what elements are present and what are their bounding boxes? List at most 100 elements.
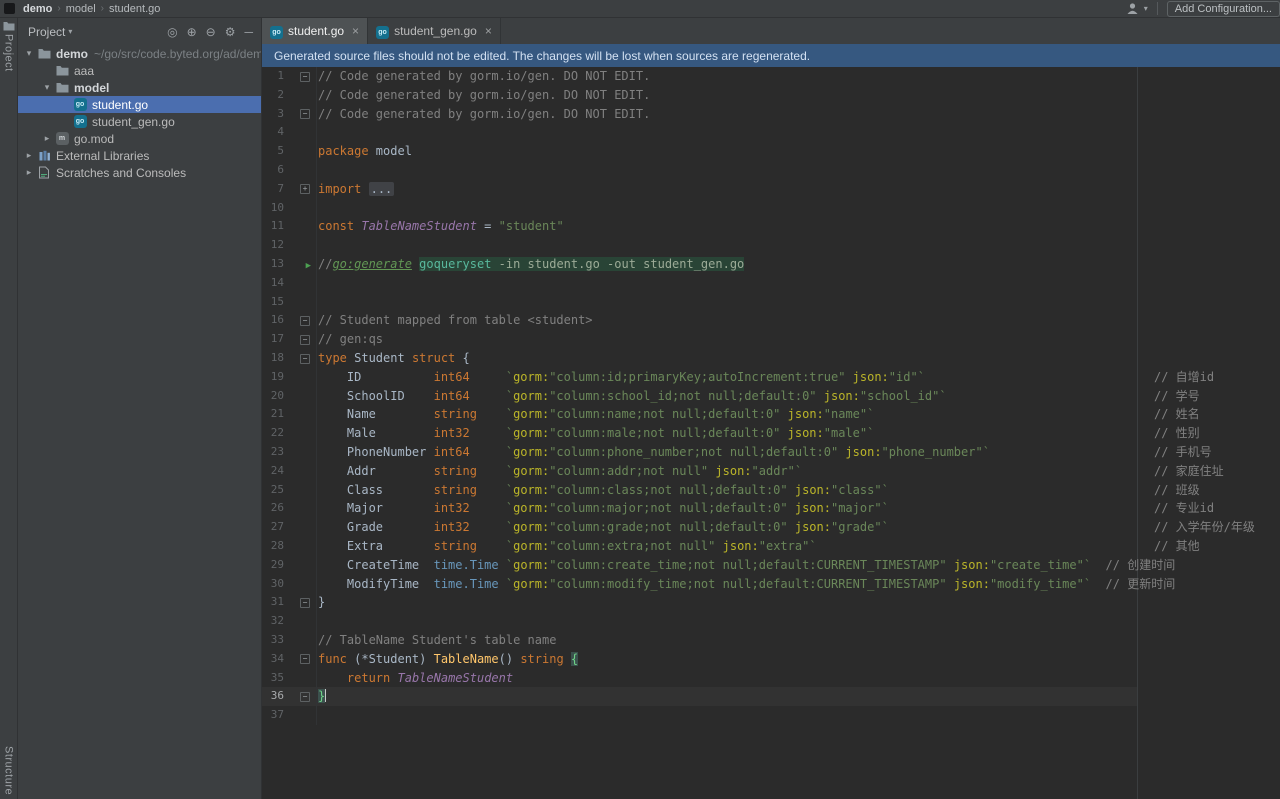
code-line-5[interactable]: 5package model (262, 142, 1280, 161)
editor-tab-student-gen-go[interactable]: gostudent_gen.go× (368, 18, 501, 44)
code-line-6[interactable]: 6 (262, 161, 1280, 180)
user-icon[interactable] (1126, 2, 1139, 15)
code-line-36[interactable]: 36−} (262, 687, 1280, 706)
gutter[interactable] (284, 86, 316, 105)
line-number[interactable]: 29 (262, 556, 284, 575)
close-tab-icon[interactable]: × (352, 24, 359, 38)
gutter[interactable]: − (284, 349, 316, 368)
gutter[interactable]: − (284, 593, 316, 612)
code-line-18[interactable]: 18−type Student struct { (262, 349, 1280, 368)
code-line-22[interactable]: 22 Male int32 `gorm:"column:male;not nul… (262, 424, 1280, 443)
line-number[interactable]: 17 (262, 330, 284, 349)
line-number[interactable]: 23 (262, 443, 284, 462)
line-number[interactable]: 22 (262, 424, 284, 443)
code-line-20[interactable]: 20 SchoolID int64 `gorm:"column:school_i… (262, 387, 1280, 406)
line-number[interactable]: 25 (262, 481, 284, 500)
project-panel-title[interactable]: Project (28, 25, 65, 39)
gutter[interactable] (284, 368, 316, 387)
line-number[interactable]: 30 (262, 575, 284, 594)
breadcrumb-file[interactable]: student.go (109, 3, 160, 15)
code-line-30[interactable]: 30 ModifyTime time.Time `gorm:"column:mo… (262, 575, 1280, 594)
fold-icon[interactable]: − (300, 354, 310, 364)
gutter[interactable] (284, 575, 316, 594)
line-number[interactable]: 3 (262, 105, 284, 124)
line-number[interactable]: 12 (262, 236, 284, 255)
code-editor[interactable]: 1−// Code generated by gorm.io/gen. DO N… (262, 67, 1280, 799)
gutter[interactable] (284, 387, 316, 406)
gutter[interactable]: − (284, 650, 316, 669)
gutter[interactable] (284, 481, 316, 500)
gutter[interactable] (284, 199, 316, 218)
code-line-25[interactable]: 25 Class string `gorm:"column:class;not … (262, 481, 1280, 500)
code-line-16[interactable]: 16−// Student mapped from table <student… (262, 311, 1280, 330)
line-number[interactable]: 1 (262, 67, 284, 86)
tree-item-student-gen-go[interactable]: gostudent_gen.go (18, 113, 261, 130)
gutter[interactable] (284, 537, 316, 556)
gutter[interactable]: − (284, 687, 316, 706)
settings-icon[interactable]: ⚙ (225, 25, 236, 39)
line-number[interactable]: 32 (262, 612, 284, 631)
line-number[interactable]: 35 (262, 669, 284, 688)
code-line-4[interactable]: 4 (262, 123, 1280, 142)
code-line-26[interactable]: 26 Major int32 `gorm:"column:major;not n… (262, 499, 1280, 518)
gutter[interactable] (284, 424, 316, 443)
tree-item-aaa[interactable]: aaa (18, 62, 261, 79)
code-line-34[interactable]: 34−func (*Student) TableName() string { (262, 650, 1280, 669)
locate-icon[interactable]: ◎ (167, 25, 177, 39)
collapse-all-icon[interactable]: ⊖ (206, 25, 216, 39)
expand-all-icon[interactable]: ⊕ (187, 25, 197, 39)
line-number[interactable]: 31 (262, 593, 284, 612)
fold-icon[interactable]: − (300, 654, 310, 664)
code-line-10[interactable]: 10 (262, 199, 1280, 218)
tree-item-demo[interactable]: ▾demo~/go/src/code.byted.org/ad/dem (18, 45, 261, 62)
code-line-17[interactable]: 17−// gen:qs (262, 330, 1280, 349)
line-number[interactable]: 2 (262, 86, 284, 105)
editor-tab-student-go[interactable]: gostudent.go× (262, 18, 368, 44)
gutter[interactable]: − (284, 67, 316, 86)
code-line-32[interactable]: 32 (262, 612, 1280, 631)
chevron-down-icon[interactable]: ▾ (68, 27, 72, 36)
gutter[interactable] (284, 612, 316, 631)
gutter[interactable] (284, 462, 316, 481)
line-number[interactable]: 28 (262, 537, 284, 556)
chevron-right-icon[interactable]: ▸ (22, 150, 36, 161)
line-number[interactable]: 11 (262, 217, 284, 236)
gutter[interactable] (284, 706, 316, 725)
tree-item-model[interactable]: ▾model (18, 79, 261, 96)
breadcrumb-project[interactable]: demo (23, 3, 52, 15)
code-line-19[interactable]: 19 ID int64 `gorm:"column:id;primaryKey;… (262, 368, 1280, 387)
line-number[interactable]: 10 (262, 199, 284, 218)
gutter[interactable] (284, 293, 316, 312)
code-line-37[interactable]: 37 (262, 706, 1280, 725)
code-line-29[interactable]: 29 CreateTime time.Time `gorm:"column:cr… (262, 556, 1280, 575)
line-number[interactable]: 18 (262, 349, 284, 368)
code-line-13[interactable]: 13▶//go:generate goqueryset -in student.… (262, 255, 1280, 274)
line-number[interactable]: 26 (262, 499, 284, 518)
fold-icon[interactable]: − (300, 335, 310, 345)
fold-icon[interactable]: + (300, 184, 310, 194)
gutter[interactable] (284, 499, 316, 518)
project-tool-button[interactable]: Project (0, 21, 17, 72)
gutter[interactable] (284, 631, 316, 650)
tree-item-external-libraries[interactable]: ▸External Libraries (18, 147, 261, 164)
code-line-12[interactable]: 12 (262, 236, 1280, 255)
line-number[interactable]: 5 (262, 142, 284, 161)
gutter[interactable] (284, 161, 316, 180)
tree-item-go-mod[interactable]: ▸mgo.mod (18, 130, 261, 147)
gutter[interactable] (284, 217, 316, 236)
line-number[interactable]: 37 (262, 706, 284, 725)
chevron-right-icon[interactable]: ▸ (22, 167, 36, 178)
hide-icon[interactable]: ─ (244, 25, 253, 39)
code-line-35[interactable]: 35 return TableNameStudent (262, 669, 1280, 688)
line-number[interactable]: 4 (262, 123, 284, 142)
gutter[interactable]: − (284, 105, 316, 124)
gutter[interactable] (284, 274, 316, 293)
fold-icon[interactable]: − (300, 598, 310, 608)
gutter[interactable]: − (284, 311, 316, 330)
line-number[interactable]: 34 (262, 650, 284, 669)
line-number[interactable]: 13 (262, 255, 284, 274)
gutter[interactable] (284, 556, 316, 575)
code-line-15[interactable]: 15 (262, 293, 1280, 312)
add-configuration-button[interactable]: Add Configuration... (1167, 1, 1280, 17)
code-line-1[interactable]: 1−// Code generated by gorm.io/gen. DO N… (262, 67, 1280, 86)
